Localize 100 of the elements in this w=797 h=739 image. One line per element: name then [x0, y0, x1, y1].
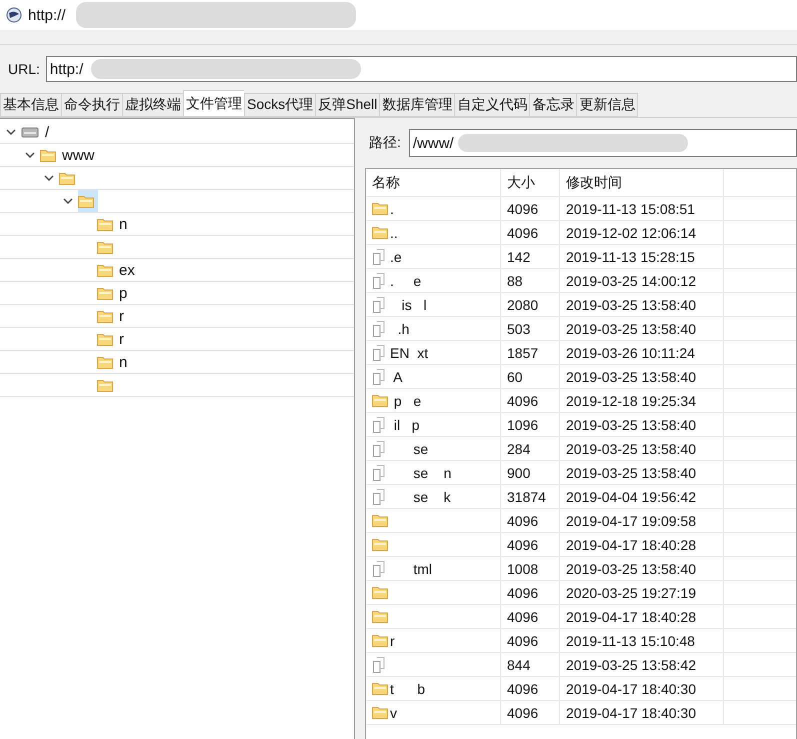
- file-size: 900: [501, 461, 560, 484]
- folder-icon: [97, 332, 113, 346]
- modified-time: 2019-04-17 18:40:30: [560, 701, 724, 724]
- tree-item[interactable]: n: [97, 213, 132, 235]
- file-size: 4096: [501, 197, 560, 220]
- folder-icon: [78, 194, 94, 208]
- file-name: t b: [390, 680, 426, 696]
- modified-time: 2019-11-13 15:10:48: [560, 629, 724, 652]
- modified-time: 2019-04-17 18:40:28: [560, 605, 724, 628]
- app-logo-icon: [6, 7, 22, 23]
- tab[interactable]: 备忘录: [529, 93, 576, 117]
- modified-time: 2019-03-26 10:11:24: [560, 341, 724, 364]
- modified-time: 2020-03-25 19:27:19: [560, 581, 724, 604]
- file-name: .e: [390, 248, 402, 264]
- folder-icon: [372, 202, 388, 215]
- tree-item[interactable]: www: [40, 144, 98, 166]
- modified-time: 2019-03-25 13:58:40: [560, 365, 724, 388]
- file-name: se: [412, 440, 428, 456]
- tree-item[interactable]: r: [97, 305, 128, 327]
- file-size: 31874: [501, 485, 560, 508]
- chevron-icon[interactable]: [6, 127, 16, 137]
- tree-item[interactable]: /: [21, 121, 54, 143]
- url-field[interactable]: http:/: [46, 56, 797, 82]
- modified-time: 2019-04-17 18:40:30: [560, 677, 724, 700]
- file-name: il p: [392, 416, 420, 432]
- modified-time: 2019-03-25 13:58:40: [560, 293, 724, 316]
- folder-icon: [372, 514, 388, 527]
- folder-icon: [97, 218, 113, 230]
- tree-item[interactable]: ex: [97, 259, 139, 281]
- tab[interactable]: 反弹Shell: [315, 93, 380, 117]
- file-name: .: [390, 200, 394, 216]
- file-name: EN xt: [390, 344, 428, 360]
- folder-icon: [372, 538, 388, 551]
- file-size: 503: [501, 317, 560, 340]
- path-field[interactable]: /www/: [408, 129, 797, 157]
- folder-icon: [372, 706, 388, 719]
- file-size: 4096: [501, 389, 560, 412]
- tab[interactable]: 命令执行: [61, 93, 122, 117]
- column-header[interactable]: 名称: [366, 169, 501, 196]
- modified-time: 2019-12-02 12:06:14: [560, 221, 724, 244]
- file-name: . e: [390, 272, 422, 288]
- tree-item[interactable]: p: [97, 282, 132, 304]
- file-name: ..: [390, 224, 398, 240]
- file-size: 844: [501, 653, 560, 676]
- file-size: 2080: [501, 293, 560, 316]
- modified-time: 2019-11-13 15:28:15: [560, 245, 724, 268]
- folder-icon: [372, 586, 388, 599]
- tab[interactable]: 基本信息: [0, 93, 61, 117]
- tab[interactable]: 文件管理: [183, 90, 244, 117]
- tab[interactable]: 更新信息: [576, 93, 638, 117]
- folder-icon: [59, 172, 75, 184]
- tab[interactable]: 虚拟终端: [122, 93, 183, 117]
- file-name: .h: [396, 320, 410, 336]
- file-size: 4096: [501, 509, 560, 532]
- modified-time: 2019-12-18 19:25:34: [560, 389, 724, 412]
- modified-time: 2019-04-17 18:40:28: [560, 533, 724, 556]
- modified-time: 2019-04-04 19:56:42: [560, 485, 724, 508]
- tree-item[interactable]: n: [97, 351, 132, 373]
- tab[interactable]: Socks代理: [244, 93, 316, 117]
- folder-icon: [97, 286, 113, 300]
- file-size: 1096: [501, 413, 560, 436]
- file-size: 1857: [501, 341, 560, 364]
- file-size: 60: [501, 365, 560, 388]
- folder-icon: [372, 226, 388, 239]
- modified-time: 2019-03-25 13:58:40: [560, 413, 724, 436]
- column-header[interactable]: 修改时间: [560, 169, 724, 196]
- file-name: v: [390, 704, 397, 720]
- file-name: is l: [400, 296, 427, 312]
- file-name: p e: [392, 392, 422, 408]
- drive-icon: [21, 126, 39, 138]
- folder-icon: [97, 378, 113, 392]
- file-size: 4096: [501, 629, 560, 652]
- folder-icon: [97, 240, 113, 254]
- file-size: 4096: [501, 677, 560, 700]
- file-size: 1008: [501, 557, 560, 580]
- file-size: 4096: [501, 605, 560, 628]
- tree-item[interactable]: r: [97, 328, 128, 350]
- window-title: http://: [28, 6, 66, 24]
- modified-time: 2019-03-25 13:58:40: [560, 437, 724, 460]
- tab[interactable]: 自定义代码: [454, 93, 530, 117]
- folder-icon: [372, 610, 388, 623]
- folder-icon: [372, 634, 388, 647]
- modified-time: 2019-11-13 15:08:51: [560, 197, 724, 220]
- tab[interactable]: 数据库管理: [379, 93, 454, 117]
- file-size: 4096: [501, 701, 560, 724]
- file-size: 88: [501, 269, 560, 292]
- column-header[interactable]: 大小: [501, 169, 560, 196]
- file-name: tml: [412, 560, 432, 576]
- modified-time: 2019-03-25 13:58:42: [560, 653, 724, 676]
- file-size: 142: [501, 245, 560, 268]
- folder-icon: [97, 310, 113, 322]
- modified-time: 2019-03-25 13:58:40: [560, 557, 724, 580]
- file-size: 4096: [501, 533, 560, 556]
- modified-time: 2019-03-25 13:58:40: [560, 317, 724, 340]
- chevron-icon[interactable]: [25, 150, 35, 160]
- chevron-icon[interactable]: [44, 173, 54, 183]
- modified-time: 2019-03-25 14:00:12: [560, 269, 724, 292]
- chevron-icon[interactable]: [63, 196, 73, 206]
- file-name: r: [390, 632, 395, 648]
- folder-icon: [40, 148, 56, 162]
